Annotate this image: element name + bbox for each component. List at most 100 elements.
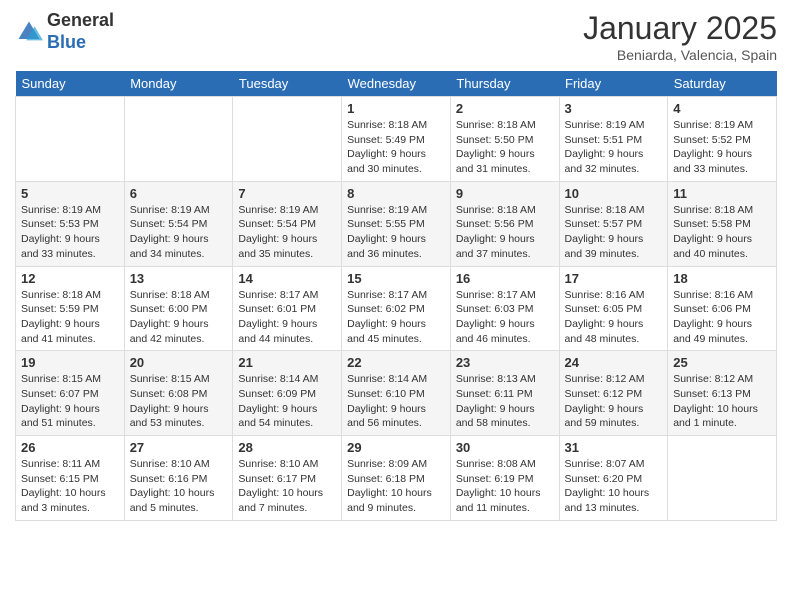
table-cell: 20 Sunrise: 8:15 AM Sunset: 6:08 PM Dayli… [124,351,233,436]
day-info: Sunrise: 8:19 AM Sunset: 5:54 PM Dayligh… [130,203,228,262]
table-row: 12 Sunrise: 8:18 AM Sunset: 5:59 PM Dayli… [16,266,777,351]
header-row: Sunday Monday Tuesday Wednesday Thursday… [16,71,777,97]
logo-blue: Blue [47,32,86,52]
day-number: 11 [673,186,771,201]
table-cell: 8 Sunrise: 8:19 AM Sunset: 5:55 PM Daylig… [342,181,451,266]
table-cell: 1 Sunrise: 8:18 AM Sunset: 5:49 PM Daylig… [342,97,451,182]
table-cell: 21 Sunrise: 8:14 AM Sunset: 6:09 PM Dayli… [233,351,342,436]
day-number: 9 [456,186,554,201]
day-info: Sunrise: 8:18 AM Sunset: 5:57 PM Dayligh… [565,203,663,262]
table-cell [16,97,125,182]
table-cell [668,436,777,521]
day-info: Sunrise: 8:11 AM Sunset: 6:15 PM Dayligh… [21,457,119,516]
table-cell: 10 Sunrise: 8:18 AM Sunset: 5:57 PM Dayli… [559,181,668,266]
table-cell: 22Sunrise: 8:14 AM Sunset: 6:10 PM Dayli… [342,351,451,436]
day-info: Sunrise: 8:18 AM Sunset: 5:56 PM Dayligh… [456,203,554,262]
day-info: Sunrise: 8:13 AM Sunset: 6:11 PM Dayligh… [456,372,554,431]
table-cell: 14Sunrise: 8:17 AM Sunset: 6:01 PM Dayli… [233,266,342,351]
day-info: Sunrise: 8:19 AM Sunset: 5:53 PM Dayligh… [21,203,119,262]
logo: General Blue [15,10,114,53]
day-info: Sunrise: 8:16 AM Sunset: 6:06 PM Dayligh… [673,288,771,347]
day-number: 1 [347,101,445,116]
day-info: Sunrise: 8:09 AM Sunset: 6:18 PM Dayligh… [347,457,445,516]
col-thursday: Thursday [450,71,559,97]
day-number: 15 [347,271,445,286]
day-number: 14 [238,271,336,286]
day-number: 16 [456,271,554,286]
day-number: 5 [21,186,119,201]
day-number: 6 [130,186,228,201]
day-number: 19 [21,355,119,370]
day-info: Sunrise: 8:17 AM Sunset: 6:03 PM Dayligh… [456,288,554,347]
day-info: Sunrise: 8:14 AM Sunset: 6:10 PM Dayligh… [347,372,445,431]
day-number: 18 [673,271,771,286]
table-cell: 27 Sunrise: 8:10 AM Sunset: 6:16 PM Dayli… [124,436,233,521]
day-number: 2 [456,101,554,116]
day-number: 7 [238,186,336,201]
table-cell: 28 Sunrise: 8:10 AM Sunset: 6:17 PM Dayli… [233,436,342,521]
day-info: Sunrise: 8:19 AM Sunset: 5:55 PM Dayligh… [347,203,445,262]
table-cell: 24 Sunrise: 8:12 AM Sunset: 6:12 PM Dayli… [559,351,668,436]
table-cell: 13Sunrise: 8:18 AM Sunset: 6:00 PM Dayli… [124,266,233,351]
day-number: 24 [565,355,663,370]
day-info: Sunrise: 8:14 AM Sunset: 6:09 PM Dayligh… [238,372,336,431]
table-cell: 30 Sunrise: 8:08 AM Sunset: 6:19 PM Dayli… [450,436,559,521]
day-number: 20 [130,355,228,370]
table-cell: 6 Sunrise: 8:19 AM Sunset: 5:54 PM Daylig… [124,181,233,266]
day-number: 21 [238,355,336,370]
day-number: 8 [347,186,445,201]
day-number: 3 [565,101,663,116]
col-saturday: Saturday [668,71,777,97]
day-number: 26 [21,440,119,455]
table-row: 19 Sunrise: 8:15 AM Sunset: 6:07 PM Dayli… [16,351,777,436]
col-sunday: Sunday [16,71,125,97]
day-info: Sunrise: 8:18 AM Sunset: 5:59 PM Dayligh… [21,288,119,347]
day-info: Sunrise: 8:12 AM Sunset: 6:12 PM Dayligh… [565,372,663,431]
table-cell [124,97,233,182]
day-info: Sunrise: 8:10 AM Sunset: 6:17 PM Dayligh… [238,457,336,516]
header: General Blue January 2025 Beniarda, Vale… [15,10,777,63]
table-cell: 4Sunrise: 8:19 AM Sunset: 5:52 PM Daylig… [668,97,777,182]
col-friday: Friday [559,71,668,97]
table-row: 26 Sunrise: 8:11 AM Sunset: 6:15 PM Dayli… [16,436,777,521]
table-cell: 31 Sunrise: 8:07 AM Sunset: 6:20 PM Dayli… [559,436,668,521]
day-info: Sunrise: 8:16 AM Sunset: 6:05 PM Dayligh… [565,288,663,347]
day-number: 25 [673,355,771,370]
day-number: 12 [21,271,119,286]
day-info: Sunrise: 8:15 AM Sunset: 6:07 PM Dayligh… [21,372,119,431]
logo-text: General Blue [47,10,114,53]
day-info: Sunrise: 8:08 AM Sunset: 6:19 PM Dayligh… [456,457,554,516]
logo-icon [15,18,43,46]
table-cell: 2 Sunrise: 8:18 AM Sunset: 5:50 PM Daylig… [450,97,559,182]
location: Beniarda, Valencia, Spain [583,47,777,63]
col-wednesday: Wednesday [342,71,451,97]
table-cell: 3 Sunrise: 8:19 AM Sunset: 5:51 PM Daylig… [559,97,668,182]
day-number: 28 [238,440,336,455]
logo-general: General [47,10,114,30]
day-info: Sunrise: 8:18 AM Sunset: 5:50 PM Dayligh… [456,118,554,177]
day-number: 27 [130,440,228,455]
day-info: Sunrise: 8:19 AM Sunset: 5:54 PM Dayligh… [238,203,336,262]
day-number: 30 [456,440,554,455]
col-monday: Monday [124,71,233,97]
col-tuesday: Tuesday [233,71,342,97]
day-number: 10 [565,186,663,201]
page-container: General Blue January 2025 Beniarda, Vale… [0,0,792,531]
day-info: Sunrise: 8:18 AM Sunset: 5:58 PM Dayligh… [673,203,771,262]
day-info: Sunrise: 8:17 AM Sunset: 6:02 PM Dayligh… [347,288,445,347]
day-info: Sunrise: 8:10 AM Sunset: 6:16 PM Dayligh… [130,457,228,516]
day-info: Sunrise: 8:07 AM Sunset: 6:20 PM Dayligh… [565,457,663,516]
calendar-body: 1 Sunrise: 8:18 AM Sunset: 5:49 PM Daylig… [16,97,777,521]
day-info: Sunrise: 8:18 AM Sunset: 5:49 PM Dayligh… [347,118,445,177]
day-info: Sunrise: 8:19 AM Sunset: 5:51 PM Dayligh… [565,118,663,177]
title-section: January 2025 Beniarda, Valencia, Spain [583,10,777,63]
day-number: 23 [456,355,554,370]
table-cell: 23 Sunrise: 8:13 AM Sunset: 6:11 PM Dayli… [450,351,559,436]
table-cell: 9 Sunrise: 8:18 AM Sunset: 5:56 PM Daylig… [450,181,559,266]
day-number: 31 [565,440,663,455]
table-row: 1 Sunrise: 8:18 AM Sunset: 5:49 PM Daylig… [16,97,777,182]
table-cell: 25Sunrise: 8:12 AM Sunset: 6:13 PM Dayli… [668,351,777,436]
table-cell: 12 Sunrise: 8:18 AM Sunset: 5:59 PM Dayli… [16,266,125,351]
table-cell: 18 Sunrise: 8:16 AM Sunset: 6:06 PM Dayli… [668,266,777,351]
day-info: Sunrise: 8:15 AM Sunset: 6:08 PM Dayligh… [130,372,228,431]
